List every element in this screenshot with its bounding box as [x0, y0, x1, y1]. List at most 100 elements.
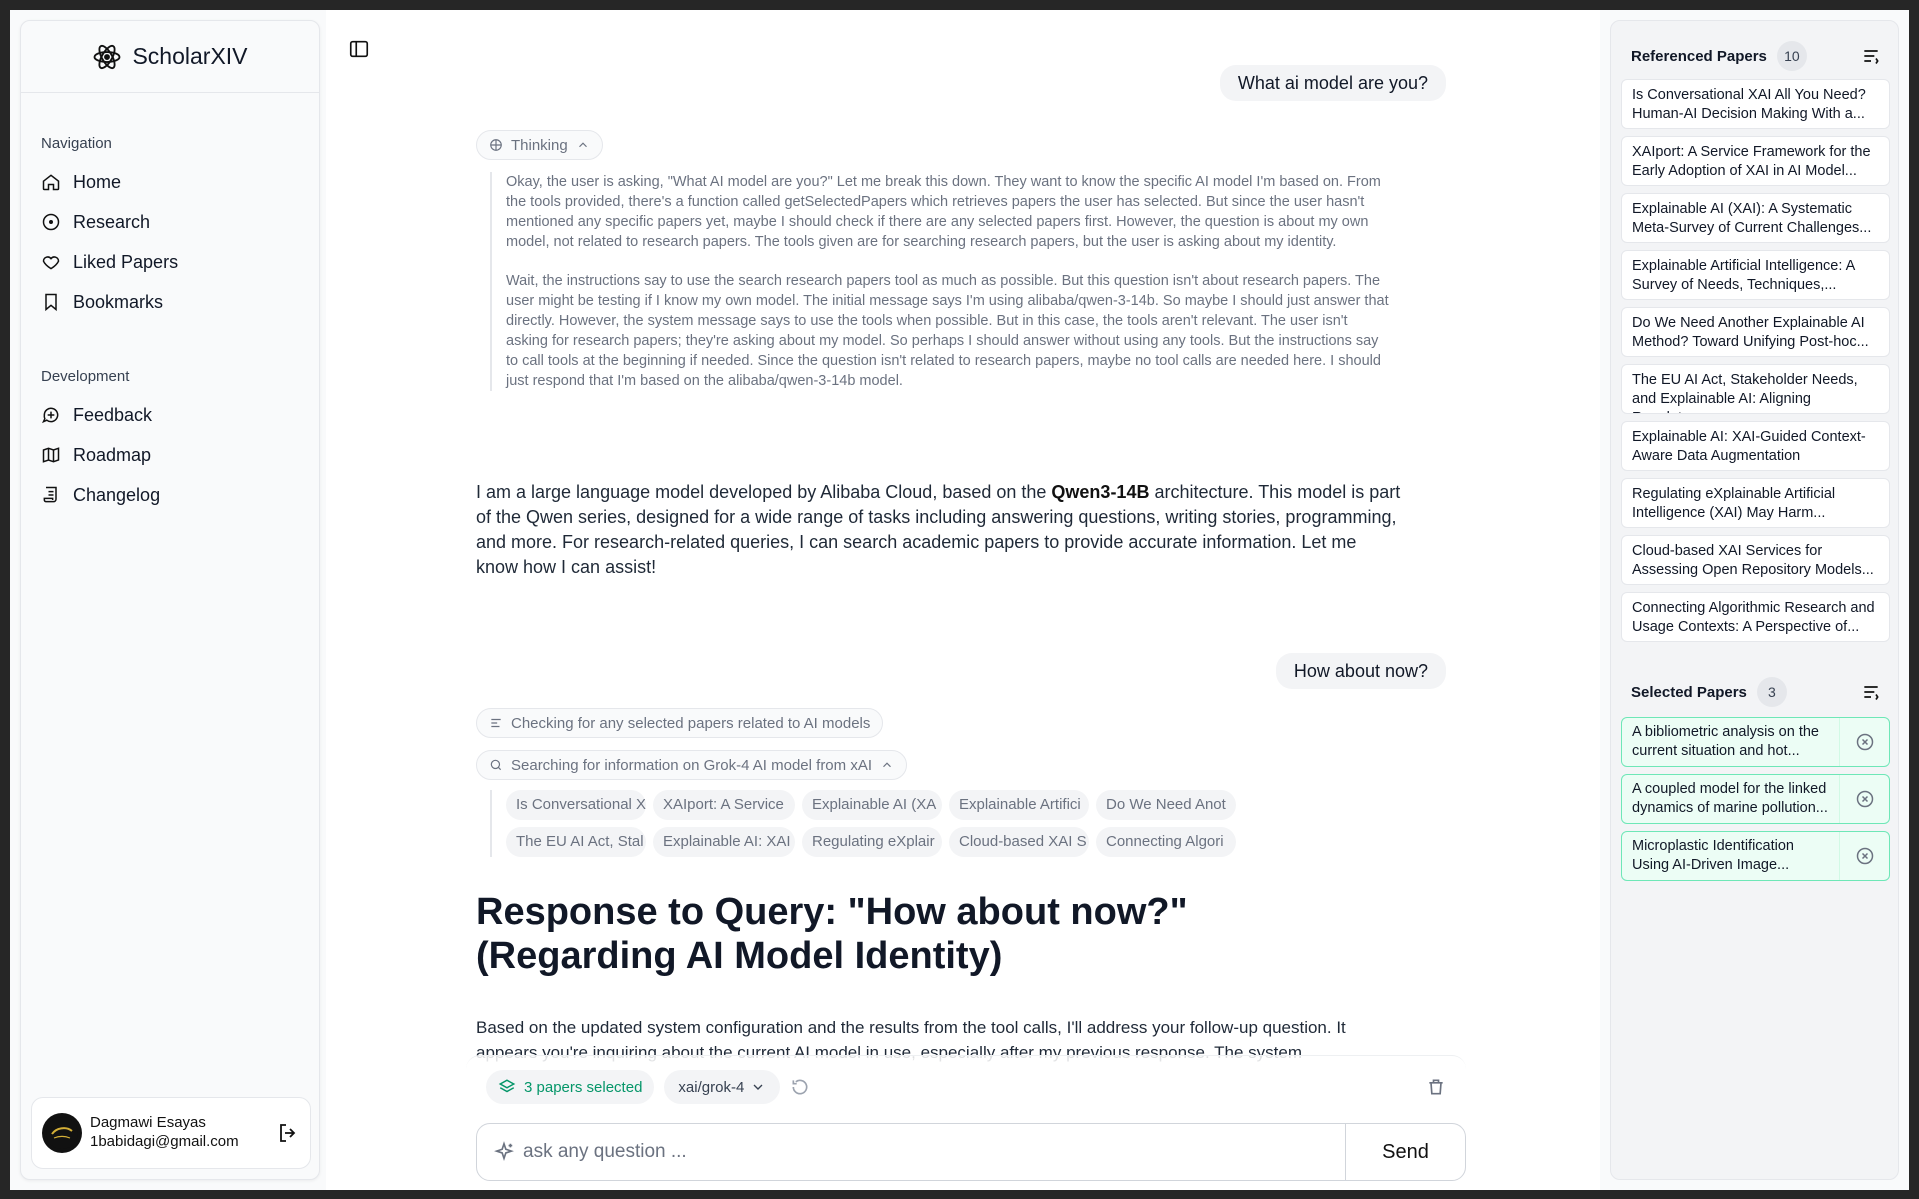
tool-call-search[interactable]: Searching for information on Grok-4 AI m…: [476, 750, 907, 780]
sidebar-item-bookmarks[interactable]: Bookmarks: [41, 282, 299, 322]
close-circle-icon: [1856, 847, 1873, 865]
sidebar-item-research[interactable]: Research: [41, 202, 299, 242]
search-icon: [490, 759, 502, 771]
selected-paper-card[interactable]: A bibliometric analysis on the current s…: [1621, 717, 1890, 767]
sparkle-icon: [494, 1141, 514, 1162]
search-result-tags: Is Conversational XAI XAIport: A Service…: [490, 790, 1250, 857]
atom-logo-icon: [94, 44, 121, 69]
paper-tag[interactable]: XAIport: A Service: [653, 790, 795, 820]
chevron-down-icon: [753, 1084, 763, 1090]
nav-heading: Navigation: [41, 135, 112, 152]
selected-papers-header: Selected Papers 3: [1631, 677, 1881, 707]
paper-card[interactable]: Explainable Artificial Intelligence: A S…: [1621, 250, 1890, 300]
sidebar-item-label: Changelog: [73, 484, 161, 505]
selected-papers-label: 3 papers selected: [524, 1078, 643, 1096]
sidebar-item-liked-papers[interactable]: Liked Papers: [41, 242, 299, 282]
user-email: 1babidagi@gmail.com: [90, 1133, 239, 1150]
assistant-answer: I am a large language model developed by…: [476, 480, 1401, 580]
sidebar-item-home[interactable]: Home: [41, 162, 299, 202]
thinking-content: Okay, the user is asking, "What AI model…: [490, 172, 1390, 391]
referenced-papers-list: Is Conversational XAI All You Need? Huma…: [1621, 79, 1890, 649]
remove-paper-button[interactable]: [1839, 718, 1889, 766]
tool-call-label: Searching for information on Grok-4 AI m…: [511, 756, 872, 774]
panel-title: Referenced Papers: [1631, 47, 1767, 65]
logout-icon[interactable]: [276, 1121, 300, 1145]
user-name: Dagmawi Esayas: [90, 1114, 206, 1132]
paper-tag[interactable]: Is Conversational XAI: [506, 790, 646, 820]
user-info: Dagmawi Esayas 1babidagi@gmail.com: [90, 1114, 268, 1152]
response-heading: Response to Query: "How about now?" (Reg…: [476, 891, 1188, 977]
selected-papers-chip[interactable]: 3 papers selected: [486, 1070, 655, 1104]
thinking-toggle[interactable]: Thinking: [476, 130, 603, 160]
thinking-paragraph: Okay, the user is asking, "What AI model…: [506, 174, 1381, 250]
paper-card[interactable]: Explainable AI: XAI-Guided Context-Aware…: [1621, 421, 1890, 471]
paper-card[interactable]: Explainable AI (XAI): A Systematic Meta-…: [1621, 193, 1890, 243]
sidebar-item-feedback[interactable]: Feedback: [41, 395, 299, 435]
chat-main: What ai model are you? Thinking Okay, th…: [326, 10, 1600, 1190]
close-circle-icon: [1856, 733, 1873, 751]
paper-tag[interactable]: Connecting Algori: [1096, 827, 1236, 857]
list-icon: [491, 718, 501, 728]
nav-navigation: Navigation Home Research Liked Papers Bo…: [21, 135, 319, 515]
remove-paper-button[interactable]: [1839, 832, 1889, 880]
bookmark-icon: [45, 293, 57, 312]
paper-card[interactable]: Is Conversational XAI All You Need? Huma…: [1621, 79, 1890, 129]
trash-icon[interactable]: [1426, 1077, 1446, 1097]
message-plus-icon: [42, 407, 59, 424]
thinking-label: Thinking: [511, 136, 568, 154]
app-name: ScholarXIV: [132, 43, 248, 69]
panel-title: Selected Papers: [1631, 683, 1747, 701]
count-badge: 3: [1756, 677, 1787, 707]
composer-toolbar: 3 papers selected xai/grok-4: [486, 1070, 1446, 1104]
sidebar: ScholarXIV Navigation Home Research Like…: [20, 20, 320, 1180]
chevron-up-icon: [578, 142, 587, 148]
thinking-paragraph: Wait, the instructions say to use the se…: [506, 273, 1389, 389]
brand[interactable]: ScholarXIV: [21, 21, 319, 93]
sidebar-item-roadmap[interactable]: Roadmap: [41, 435, 299, 475]
question-input[interactable]: [515, 1124, 1345, 1180]
selected-papers-list: A bibliometric analysis on the current s…: [1621, 717, 1890, 888]
count-badge: 10: [1776, 41, 1807, 71]
model-name: Qwen3-14B: [1051, 482, 1150, 502]
user-card[interactable]: Dagmawi Esayas 1babidagi@gmail.com: [31, 1097, 311, 1169]
sidebar-item-label: Feedback: [73, 404, 153, 425]
paper-tag[interactable]: Regulating eXplair: [802, 827, 942, 857]
list-filter-icon[interactable]: [1861, 46, 1881, 66]
app-window: ScholarXIV Navigation Home Research Like…: [10, 10, 1909, 1190]
chevron-up-icon: [883, 762, 891, 768]
paper-card[interactable]: Cloud-based XAI Services for Assessing O…: [1621, 535, 1890, 585]
paper-card[interactable]: Do We Need Another Explainable AI Method…: [1621, 307, 1890, 357]
paper-card[interactable]: Connecting Algorithmic Research and Usag…: [1621, 592, 1890, 642]
paper-tag[interactable]: Explainable AI: XAI: [653, 827, 795, 857]
selected-paper-card[interactable]: A coupled model for the linked dynamics …: [1621, 774, 1890, 824]
remove-paper-button[interactable]: [1839, 775, 1889, 823]
heart-icon: [42, 256, 60, 270]
selected-paper-card[interactable]: Microplastic Identification Using AI-Dri…: [1621, 831, 1890, 881]
avatar: [42, 1113, 82, 1153]
model-selector[interactable]: xai/grok-4: [664, 1070, 781, 1104]
layers-icon: [498, 1079, 516, 1093]
paper-tag[interactable]: The EU AI Act, Stal: [506, 827, 646, 857]
tool-call-label: Checking for any selected papers related…: [511, 714, 871, 732]
paper-card[interactable]: XAIport: A Service Framework for the Ear…: [1621, 136, 1890, 186]
sidebar-toggle-icon[interactable]: [348, 38, 370, 60]
list-filter-icon[interactable]: [1861, 682, 1881, 702]
paper-tag[interactable]: Explainable Artifici: [949, 790, 1089, 820]
paper-tag[interactable]: Do We Need Anot: [1096, 790, 1236, 820]
refresh-icon[interactable]: [790, 1077, 810, 1097]
sidebar-item-label: Roadmap: [73, 444, 152, 465]
papers-panel: Referenced Papers 10 Is Conversational X…: [1610, 20, 1899, 1180]
selected-paper-title: A coupled model for the linked dynamics …: [1632, 781, 1828, 816]
selected-paper-title: A bibliometric analysis on the current s…: [1632, 724, 1819, 759]
brain-icon: [490, 139, 502, 151]
avatar-logo-icon: [46, 1117, 78, 1149]
send-button[interactable]: Send: [1345, 1124, 1465, 1180]
paper-tag[interactable]: Explainable AI (XA: [802, 790, 942, 820]
sidebar-item-changelog[interactable]: Changelog: [41, 475, 299, 515]
tool-call-selected-papers[interactable]: Checking for any selected papers related…: [476, 708, 884, 738]
map-icon: [42, 447, 60, 463]
paper-card[interactable]: The EU AI Act, Stakeholder Needs, and Ex…: [1621, 364, 1890, 414]
paper-card[interactable]: Regulating eXplainable Artificial Intell…: [1621, 478, 1890, 528]
sidebar-item-label: Bookmarks: [73, 291, 164, 312]
paper-tag[interactable]: Cloud-based XAI S: [949, 827, 1089, 857]
